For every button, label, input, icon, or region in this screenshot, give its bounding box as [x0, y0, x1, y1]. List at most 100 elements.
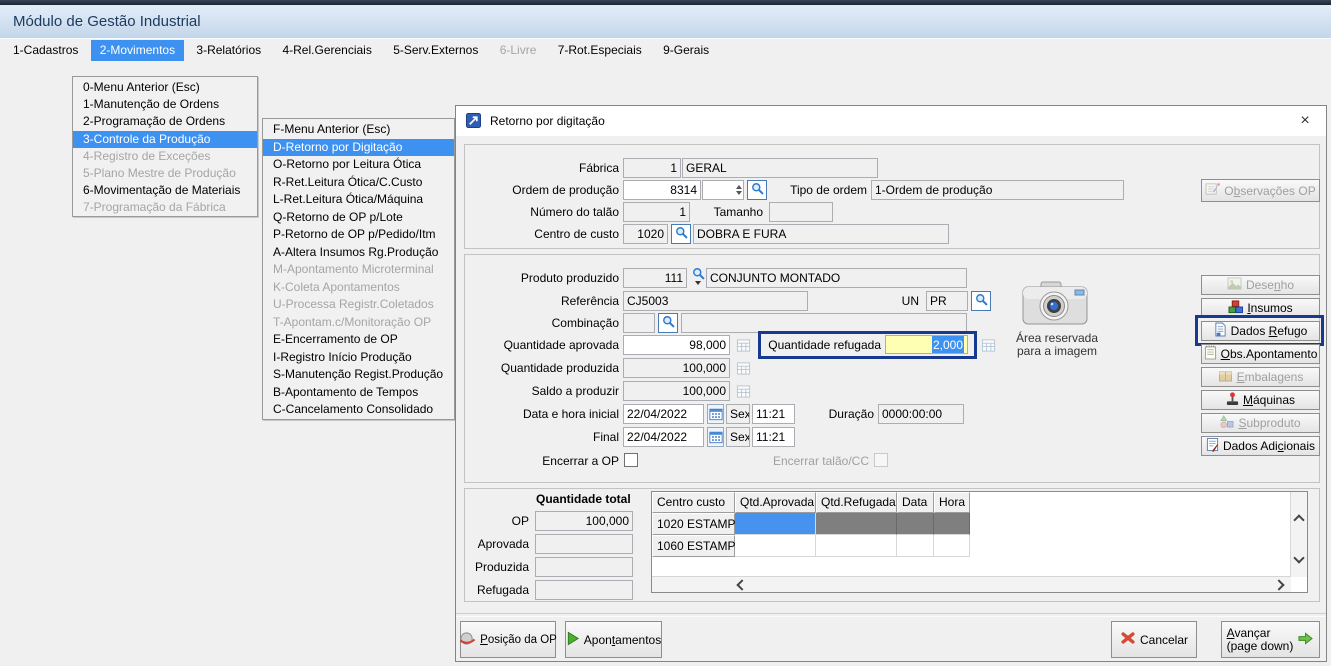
header-centro-custo: Centro custo [652, 492, 735, 513]
centro-custo-code-field[interactable]: 1020 [623, 224, 668, 244]
observacoes-op-button: Observações OP [1201, 179, 1320, 202]
un-search-button[interactable] [971, 291, 991, 311]
submenu-retorno-leitura-otica[interactable]: O-Retorno por Leitura Ótica [263, 156, 454, 174]
menu-rel-gerenciais[interactable]: 4-Rel.Gerenciais [273, 40, 380, 61]
menu-item-movimentacao-materiais[interactable]: 6-Movimentação de Materiais [73, 182, 257, 199]
search-icon [675, 226, 688, 242]
data-final-dow-field: Sex [726, 427, 750, 447]
dialog-title: Retorno por digitação [490, 106, 605, 136]
combinacao-name-field [681, 313, 967, 333]
menu-item-controle-producao[interactable]: 3-Controle da Produção [73, 131, 257, 148]
cancelar-button[interactable]: Cancelar [1111, 621, 1197, 658]
camera-icon [1022, 280, 1088, 329]
encerrar-talao-label: Encerrar talão/CC [771, 451, 869, 471]
encerrar-op-checkbox[interactable] [624, 453, 638, 467]
submenu-retorno-op-lote[interactable]: Q-Retorno de OP p/Lote [263, 209, 454, 227]
qtd-refugada-label: Quantidade refugada [764, 335, 881, 355]
un-field: PR [926, 291, 968, 311]
cell-qtd-refugada[interactable] [816, 513, 897, 535]
close-icon[interactable]: × [1294, 110, 1316, 132]
obs-apontamento-button[interactable]: Obs.Apontamento [1201, 344, 1320, 364]
dialog-titlebar[interactable]: Retorno por digitação × [456, 106, 1326, 136]
total-op-field: 100,000 [535, 511, 633, 531]
submenu-apontamento-tempos[interactable]: B-Apontamento de Tempos [263, 384, 454, 402]
document-icon [1214, 322, 1227, 340]
cell-qtd-refugada[interactable] [816, 535, 897, 557]
data-final-label: Final [464, 427, 619, 447]
maquinas-button[interactable]: Máquinas [1201, 390, 1320, 410]
cell-qtd-aprovada[interactable] [735, 535, 816, 557]
menu-serv-externos[interactable]: 5-Serv.Externos [384, 40, 487, 61]
calendar-icon[interactable] [707, 427, 724, 447]
cell-hora[interactable] [934, 513, 970, 535]
submenu-ret-leitura-ccusto[interactable]: R-Ret.Leitura Ótica/C.Custo [263, 174, 454, 192]
desenho-button: Desenho [1201, 275, 1320, 295]
scroll-up-icon[interactable] [1293, 514, 1304, 525]
qtd-refugada-field[interactable]: 2,000 [885, 335, 968, 354]
scroll-right-icon[interactable] [1273, 579, 1284, 590]
centro-custo-search-button[interactable] [671, 224, 691, 244]
apontamentos-grid: Centro custo Qtd.Aprovada Qtd.Refugada D… [651, 491, 1308, 593]
dados-adicionais-button[interactable]: Dados Adicionais [1201, 436, 1320, 456]
submenu-cancelamento-consolidado[interactable]: C-Cancelamento Consolidado [263, 401, 454, 419]
grid-row-1060[interactable]: 1060 ESTAMP [652, 535, 1307, 557]
horizontal-scrollbar[interactable] [652, 576, 1291, 592]
avancar-button[interactable]: Avançar (page down) [1221, 621, 1320, 658]
total-refugada-label: Refugada [471, 580, 529, 600]
submenu-registro-inicio[interactable]: I-Registro Início Produção [263, 349, 454, 367]
qtd-aprovada-field[interactable]: 98,000 [623, 335, 730, 355]
note-pencil-icon [1205, 182, 1220, 199]
row-header-cell[interactable]: 1020 ESTAMP [652, 513, 735, 535]
header-hora: Hora [934, 492, 970, 513]
apontamentos-button[interactable]: Apontamentos [565, 621, 662, 658]
numero-talao-field[interactable]: 1 [623, 202, 690, 222]
menu-item-menu-anterior[interactable]: 0-Menu Anterior (Esc) [73, 79, 257, 96]
submenu-retorno-op-pedido[interactable]: P-Retorno de OP p/Pedido/Itm [263, 226, 454, 244]
menu-rot-especiais[interactable]: 7-Rot.Especiais [549, 40, 651, 61]
calendar-icon[interactable] [707, 404, 724, 424]
cell-qtd-aprovada-selected[interactable] [735, 513, 816, 535]
menu-relatorios[interactable]: 3-Relatórios [187, 40, 270, 61]
tamanho-label: Tamanho [701, 202, 763, 222]
menu-cadastros[interactable]: 1-Cadastros [4, 40, 87, 61]
data-inicial-date-field[interactable]: 22/04/2022 [623, 404, 704, 424]
submenu-encerramento-op[interactable]: E-Encerramento de OP [263, 331, 454, 349]
numero-talao-label: Número do talão [464, 202, 619, 222]
scroll-left-icon[interactable] [736, 579, 747, 590]
submenu-manutencao-registros[interactable]: S-Manutenção Regist.Produção [263, 366, 454, 384]
ordem-producao-field[interactable]: 8314 [623, 180, 701, 200]
grid-row-1020[interactable]: 1020 ESTAMP [652, 513, 1307, 535]
cell-data[interactable] [897, 513, 934, 535]
dialog-icon [466, 113, 482, 129]
menu-item-programacao-ordens[interactable]: 2-Programação de Ordens [73, 113, 257, 130]
globe-search-icon [459, 631, 476, 649]
posicao-op-button[interactable]: Posição da OP [460, 621, 556, 658]
submenu-ret-leitura-maquina[interactable]: L-Ret.Leitura Ótica/Máquina [263, 191, 454, 209]
produto-code-field[interactable]: 111 [623, 268, 687, 288]
submenu-menu-anterior[interactable]: F-Menu Anterior (Esc) [263, 121, 454, 139]
combinacao-search-button[interactable] [658, 313, 678, 333]
submenu-retorno-digitacao[interactable]: D-Retorno por Digitação [263, 139, 454, 157]
menu-movimentos[interactable]: 2-Movimentos [91, 40, 184, 61]
submenu-altera-insumos[interactable]: A-Altera Insumos Rg.Produção [263, 244, 454, 262]
vertical-scrollbar[interactable] [1290, 492, 1307, 577]
cell-hora[interactable] [934, 535, 970, 557]
produto-search-icon[interactable] [690, 266, 706, 286]
row-header-cell[interactable]: 1060 ESTAMP [652, 535, 735, 557]
app-titlebar[interactable]: Módulo de Gestão Industrial [0, 5, 1331, 39]
submenu-processa-registros: U-Processa Registr.Coletados [263, 296, 454, 314]
box-icon [1218, 369, 1233, 385]
menu-item-manutencao-ordens[interactable]: 1-Manutenção de Ordens [73, 96, 257, 113]
joystick-icon [1226, 392, 1239, 409]
red-x-icon [1120, 631, 1136, 648]
controle-producao-submenu: F-Menu Anterior (Esc) D-Retorno por Digi… [262, 118, 455, 420]
menu-gerais[interactable]: 9-Gerais [654, 40, 718, 61]
fabrica-code-field[interactable]: 1 [623, 158, 681, 178]
combinacao-code-field[interactable] [623, 313, 655, 333]
cell-data[interactable] [897, 535, 934, 557]
data-final-date-field[interactable]: 22/04/2022 [623, 427, 704, 447]
data-inicial-time-field[interactable]: 11:21 [752, 404, 795, 424]
data-final-time-field[interactable]: 11:21 [752, 427, 795, 447]
dados-refugo-button[interactable]: Dados Refugo [1201, 321, 1320, 341]
scroll-down-icon[interactable] [1293, 552, 1304, 563]
